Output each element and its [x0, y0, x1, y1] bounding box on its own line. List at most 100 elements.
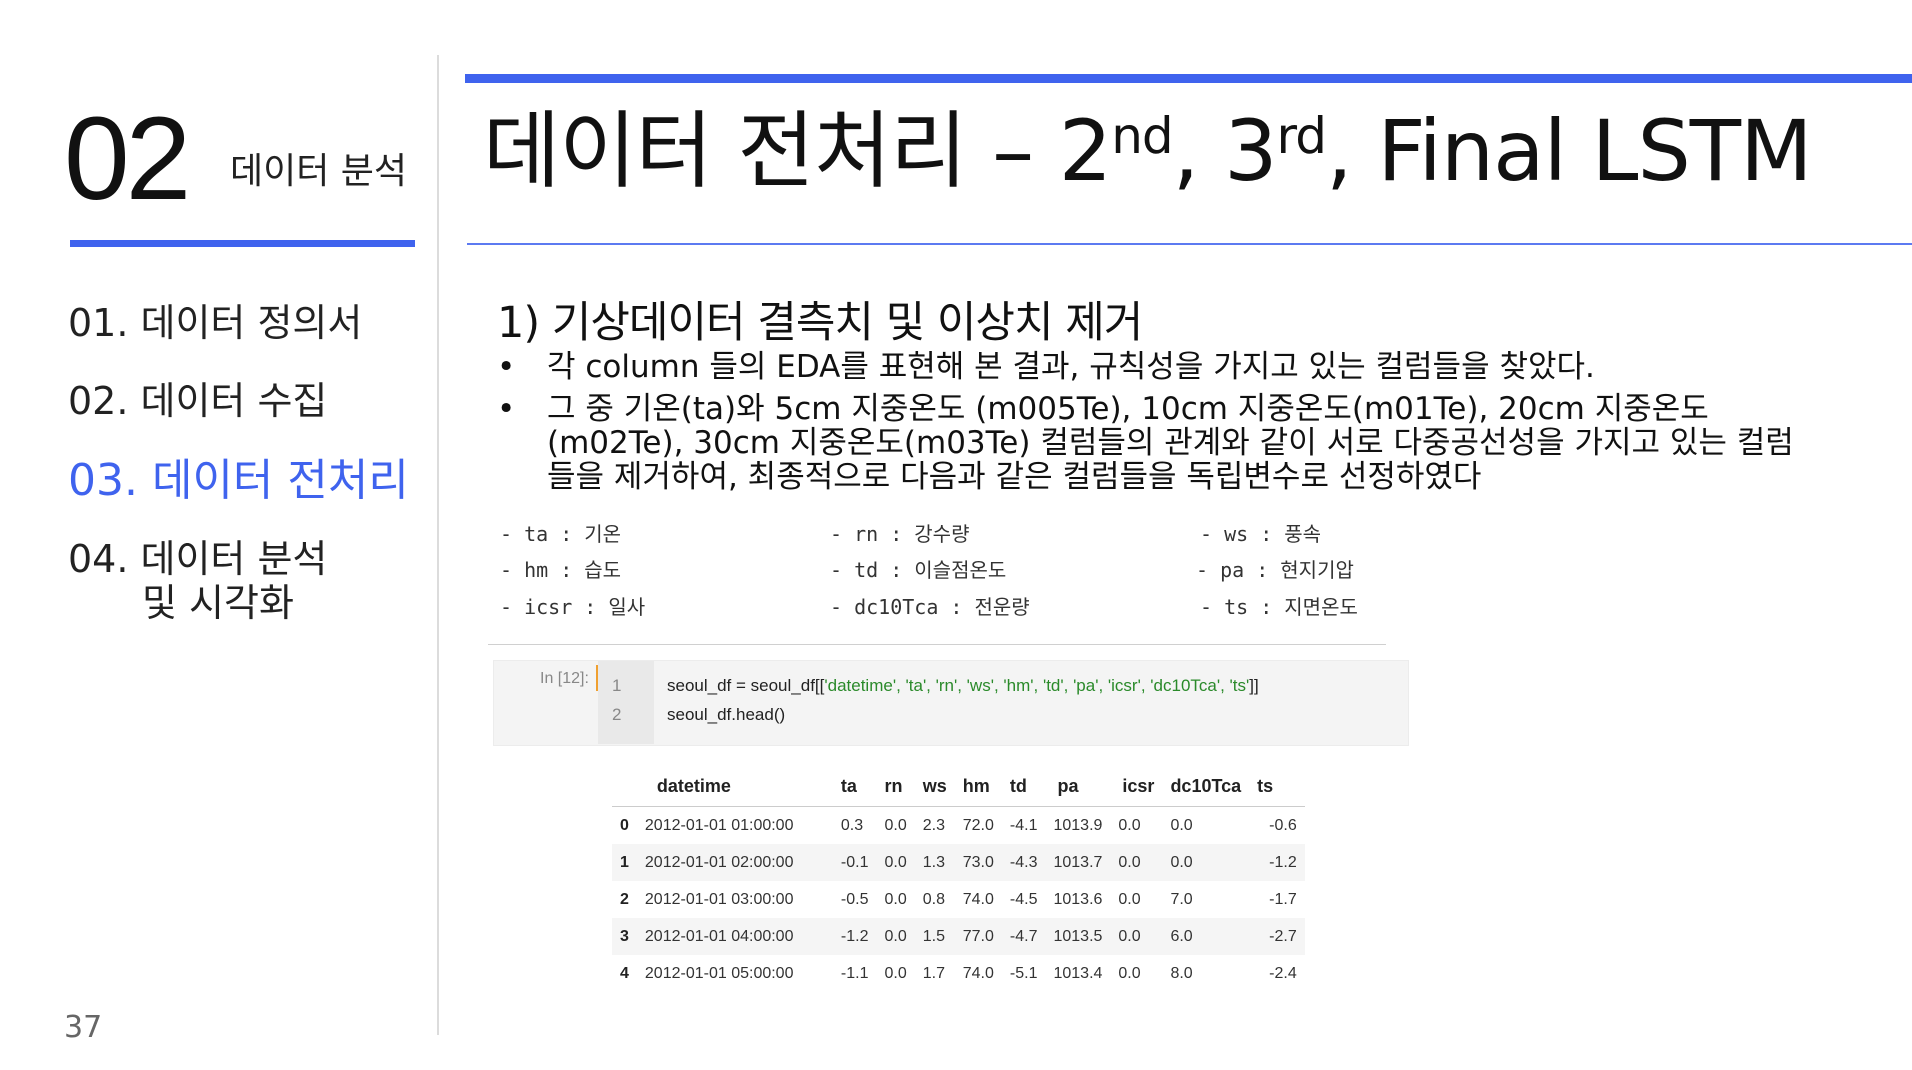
- column-item: - dc10Tca : 전운량: [830, 595, 1030, 619]
- table-cell: -1.2: [1249, 844, 1305, 881]
- table-cell: 1.5: [914, 918, 955, 955]
- table-cell: -2.4: [1269, 964, 1297, 982]
- table-cell: 73.0: [954, 844, 1002, 881]
- table-row: 0 2012-01-01 01:00:00 0.3 0.0 2.3 72.0 -4.1 101…: [612, 807, 1305, 845]
- subheading: 1) 기상데이터 결측치 및 이상치 제거: [497, 298, 1143, 348]
- table-cell: 2012-01-01 04:00:00: [636, 918, 833, 955]
- table-cell: -5.1: [1009, 964, 1038, 982]
- column-header: [612, 766, 637, 807]
- row-index: 0: [620, 816, 629, 834]
- table-cell: 77.0: [954, 918, 1002, 955]
- table-cell: 0.0: [1110, 844, 1163, 881]
- table-cell: -4.7: [1001, 918, 1046, 955]
- bullet-dot-icon: •: [497, 391, 516, 427]
- nav-item-data-collection[interactable]: 02. 데이터 수집: [68, 370, 327, 425]
- table-cell: 1013.5: [1045, 918, 1111, 955]
- table-cell: 1013.6: [1053, 890, 1103, 908]
- page-title: 데이터 전처리 – 2nd, 3rd, Final LSTM: [483, 102, 1813, 200]
- table-cell: -4.3: [1001, 844, 1046, 881]
- column-item: - rn : 강수량: [830, 522, 970, 546]
- table-cell: 2012-01-01 01:00:00: [644, 816, 794, 834]
- column-header: ts: [1249, 766, 1305, 807]
- column-item: - pa : 현지기압: [1196, 558, 1354, 582]
- bullet-item: • 그 중 기온(ta)와 5cm 지중온도 (m005Te), 10cm 지중…: [497, 391, 1794, 495]
- table-cell: -4.1: [1009, 816, 1038, 834]
- nav-item-data-definition[interactable]: 01. 데이터 정의서: [68, 292, 362, 347]
- table-cell: -0.1: [832, 844, 877, 881]
- table-cell: 1013.7: [1045, 844, 1111, 881]
- column-item: - icsr : 일사: [500, 595, 646, 619]
- sidebar-divider: [437, 55, 439, 1035]
- column-header: ta: [832, 766, 877, 807]
- column-header: icsr: [1110, 766, 1163, 807]
- title-divider: [467, 243, 1912, 245]
- table-cell: 0.0: [1162, 844, 1250, 881]
- table-row: 4 2012-01-01 05:00:00 -1.1 0.0 1.7 74.0 -5.1 10…: [612, 955, 1305, 992]
- table-cell: 0.0: [1110, 918, 1163, 955]
- column-item: - ta : 기온: [500, 522, 622, 546]
- nav-item-data-analysis-sub[interactable]: 및 시각화: [142, 572, 294, 627]
- table-cell: 74.0: [962, 964, 994, 982]
- bullet-dot-icon: •: [497, 349, 516, 385]
- row-index: 1: [612, 844, 637, 881]
- column-header: rn: [876, 766, 915, 807]
- table-header-row: datetime ta rn ws hm td pa icsr dc10Tca …: [612, 766, 1305, 807]
- table-cell: 7.0: [1170, 890, 1193, 908]
- table-cell: 2012-01-01 05:00:00: [644, 964, 794, 982]
- table-cell: -2.7: [1249, 918, 1305, 955]
- table-cell: 0.0: [1118, 964, 1141, 982]
- table-cell: 72.0: [962, 816, 994, 834]
- column-item: - hm : 습도: [500, 558, 622, 582]
- table-row: 3 2012-01-01 04:00:00 -1.2 0.0 1.5 77.0 -4.7 10…: [612, 918, 1305, 955]
- column-header: td: [1001, 766, 1046, 807]
- column-header: pa: [1045, 766, 1111, 807]
- row-index: 2: [620, 890, 629, 908]
- section-rule: [488, 644, 1386, 645]
- table-cell: 0.0: [1118, 816, 1141, 834]
- table-cell: 0.0: [884, 890, 907, 908]
- column-item: - td : 이슬점온도: [830, 558, 1007, 582]
- table-cell: 0.0: [1170, 816, 1193, 834]
- column-item: - ws : 풍속: [1200, 522, 1322, 546]
- table-cell: -0.6: [1269, 816, 1297, 834]
- line-number-gutter: [598, 661, 654, 744]
- bullet-list: • 각 column 들의 EDA를 표현해 본 결과, 규칙성을 가지고 있는…: [497, 350, 1807, 502]
- column-item: - ts : 지면온도: [1200, 595, 1358, 619]
- row-index: 4: [620, 964, 629, 982]
- table-cell: 8.0: [1170, 964, 1193, 982]
- table-cell: 0.0: [876, 918, 915, 955]
- code-line-1[interactable]: 1 seoul_df = seoul_df[['datetime', 'ta', …: [612, 676, 1259, 696]
- table-cell: 2012-01-01 03:00:00: [644, 890, 794, 908]
- table-cell: 0.0: [884, 964, 907, 982]
- table-cell: -1.1: [840, 964, 869, 982]
- section-title: 데이터 분석: [230, 151, 408, 192]
- header-accent-bar: [465, 74, 1912, 83]
- table-cell: -0.5: [840, 890, 869, 908]
- table-cell: 2.3: [922, 816, 945, 834]
- code-line-2[interactable]: 2 seoul_df.head(): [612, 705, 785, 725]
- section-underline: [70, 240, 415, 247]
- table-row: 2 2012-01-01 03:00:00 -0.5 0.0 0.8 74.0 -4.5 10…: [612, 881, 1305, 918]
- nav-item-data-preprocessing[interactable]: 03. 데이터 전처리: [68, 444, 409, 508]
- table-cell: 2012-01-01 02:00:00: [636, 844, 833, 881]
- row-index: 3: [612, 918, 637, 955]
- table-cell: 0.0: [876, 844, 915, 881]
- dataframe-output: datetime ta rn ws hm td pa icsr dc10Tca …: [612, 766, 1305, 992]
- page-number: 37: [64, 1010, 103, 1045]
- cell-prompt: In [12]:: [540, 670, 589, 687]
- table-cell: 6.0: [1162, 918, 1250, 955]
- table-cell: -4.5: [1009, 890, 1038, 908]
- section-number: 02: [64, 93, 191, 225]
- column-header: ws: [914, 766, 955, 807]
- table-cell: 0.3: [840, 816, 864, 834]
- column-header: hm: [954, 766, 1002, 807]
- column-header: dc10Tca: [1162, 766, 1250, 807]
- table-cell: 0.0: [1118, 890, 1141, 908]
- bullet-item: • 각 column 들의 EDA를 표현해 본 결과, 규칙성을 가지고 있는…: [497, 349, 1595, 385]
- table-cell: 1013.4: [1053, 964, 1103, 982]
- column-header: datetime: [636, 766, 833, 807]
- table-cell: 74.0: [962, 890, 994, 908]
- table-cell: 1013.9: [1053, 816, 1103, 834]
- table-cell: 0.0: [884, 816, 907, 834]
- cell-cursor-marker: [596, 665, 598, 691]
